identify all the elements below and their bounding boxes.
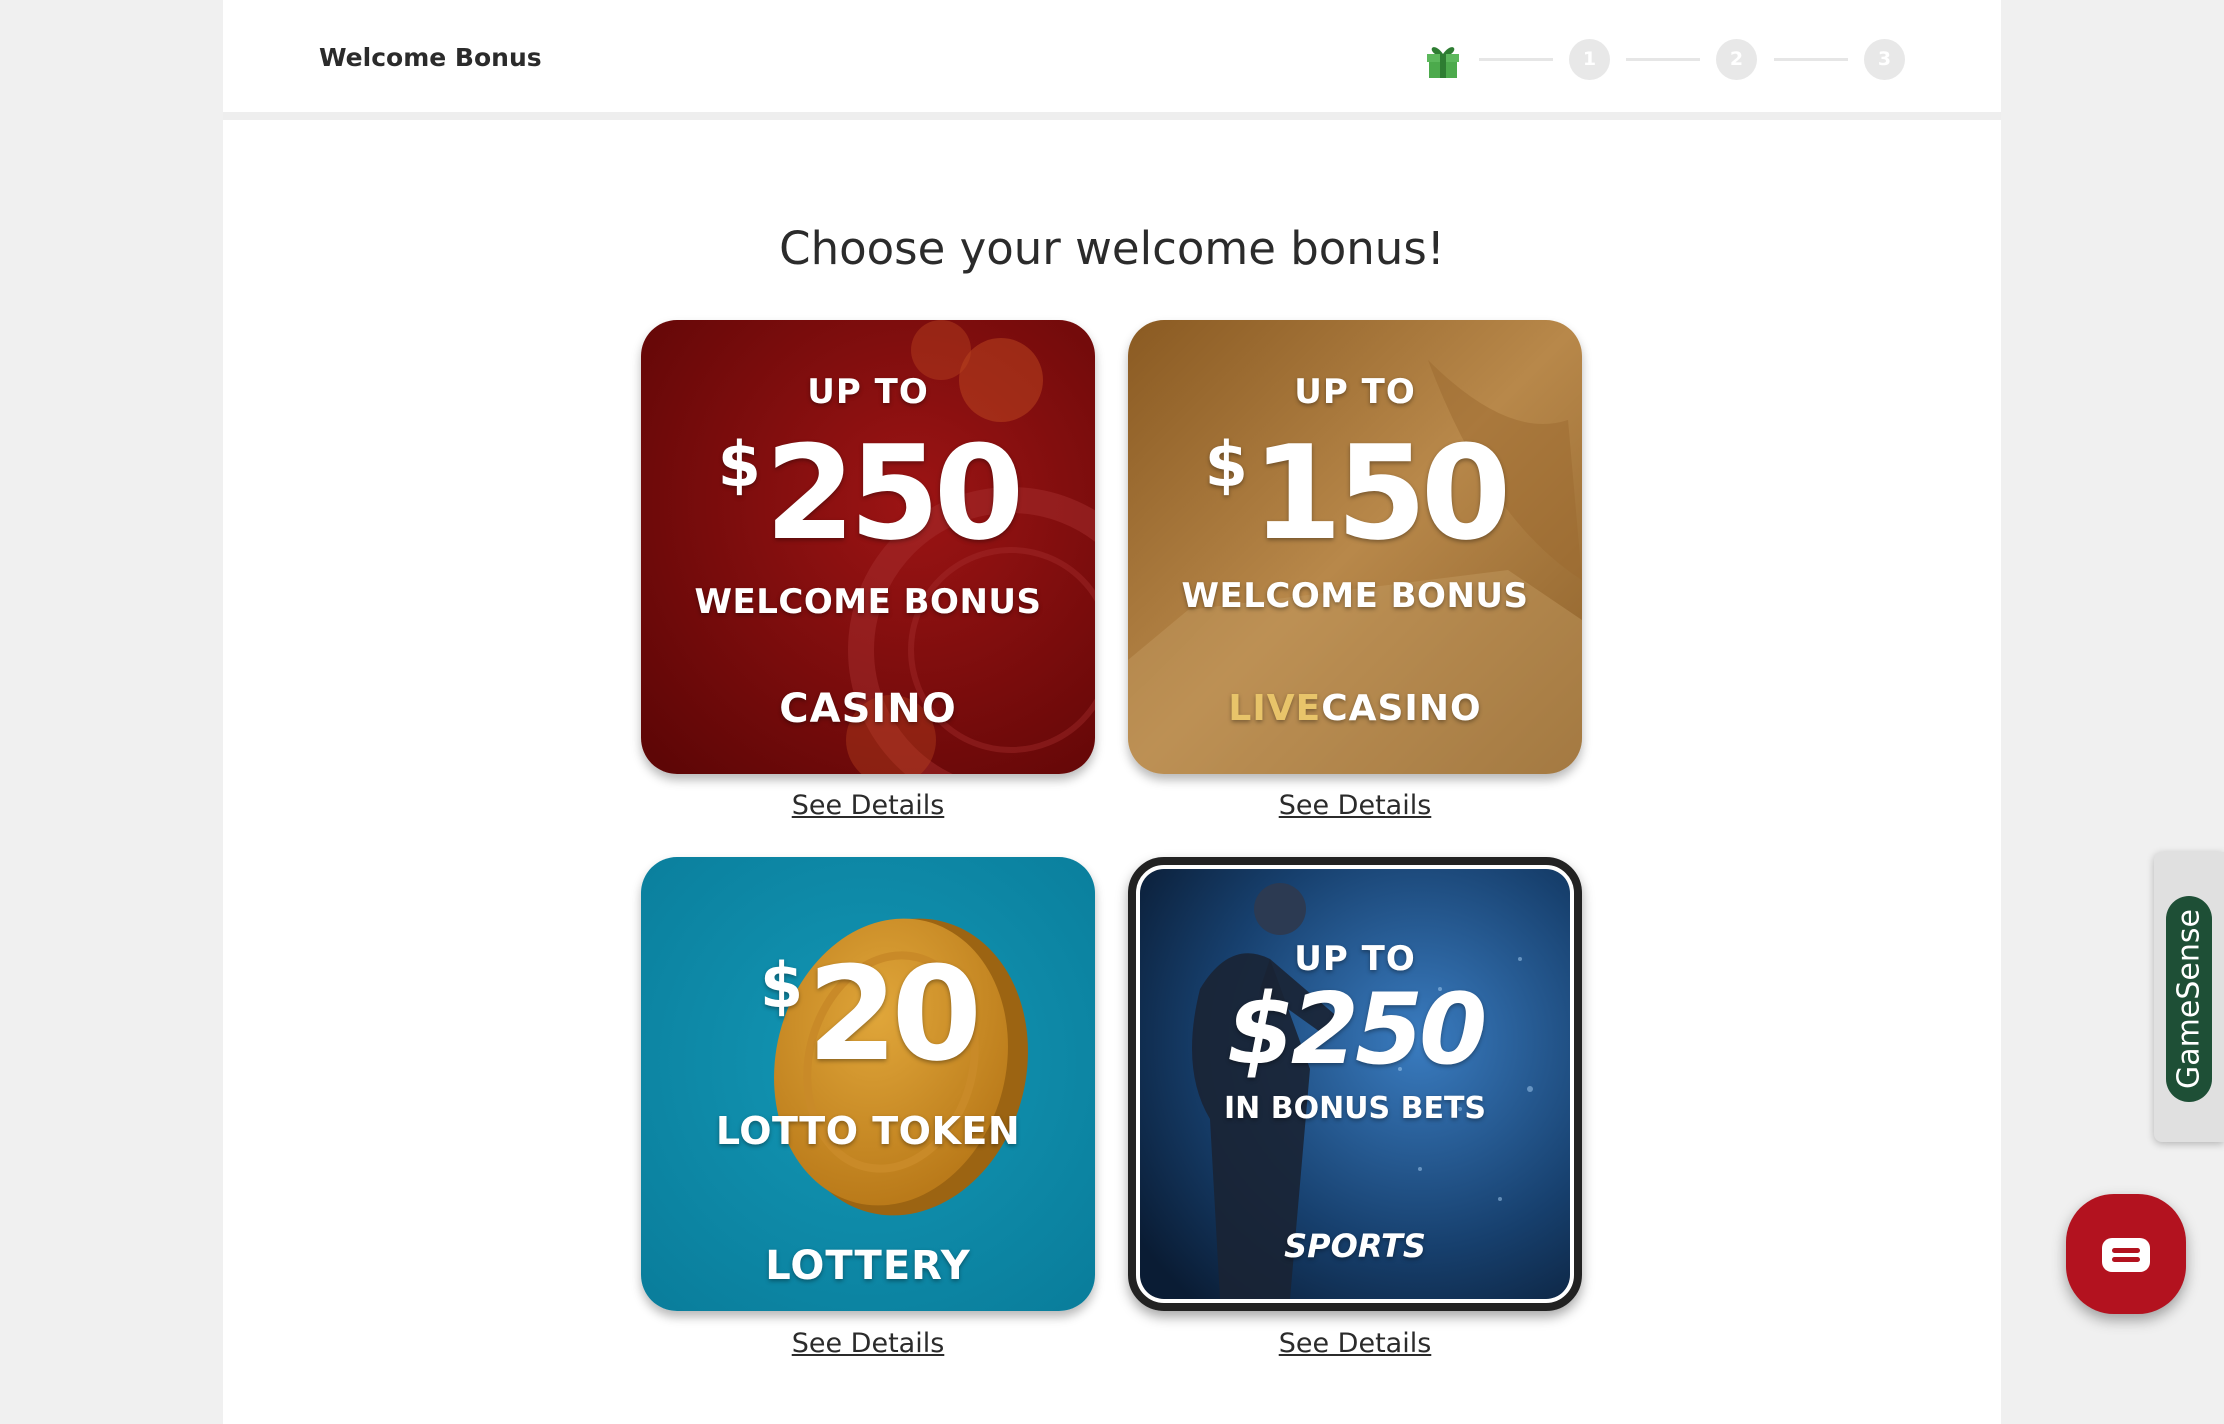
sports-subtitle: IN BONUS BETS <box>1223 1091 1487 1126</box>
progress-stepper: 1 2 3 <box>223 0 2001 118</box>
casino-amount-value: 250 <box>764 417 1024 569</box>
gift-icon <box>1421 38 1465 82</box>
step-2: 2 <box>1716 39 1757 80</box>
lottery-amount: $20 <box>641 949 1095 1079</box>
live-casino-up-to: UP TO <box>1294 372 1416 412</box>
chat-icon <box>2102 1238 2150 1272</box>
live-casino-amount-value: 150 <box>1251 417 1511 569</box>
live-casino-subtitle: WELCOME BONUS <box>1181 576 1529 616</box>
sports-card-inner: UP TO $250 IN BONUS BETS SPORTS <box>1140 869 1570 1299</box>
live-casino-dollar: $ <box>1204 428 1248 501</box>
sports-see-details-link[interactable]: See Details <box>1128 1328 1582 1359</box>
casino-bonus-card[interactable]: UP TO $250 WELCOME BONUS CASINO <box>641 320 1095 774</box>
gamesense-tab[interactable]: GameSense <box>2154 852 2224 1142</box>
casino-dollar: $ <box>717 428 761 501</box>
live-casino-product: LIVECASINO <box>1128 688 1582 729</box>
live-casino-product-name: CASINO <box>1321 688 1482 729</box>
casino-amount: $250 <box>641 428 1095 558</box>
step-3: 3 <box>1864 39 1905 80</box>
gamesense-label: GameSense <box>2171 909 2207 1089</box>
sports-bonus-card[interactable]: UP TO $250 IN BONUS BETS SPORTS <box>1128 857 1582 1311</box>
casino-product: CASINO <box>779 686 957 732</box>
gamesense-badge: GameSense <box>2166 896 2212 1102</box>
live-casino-amount: $150 <box>1128 428 1582 558</box>
step-connector <box>1774 58 1848 61</box>
live-casino-prefix: LIVE <box>1228 688 1322 729</box>
lottery-product: LOTTERY <box>765 1243 971 1289</box>
casino-up-to: UP TO <box>807 372 929 412</box>
live-casino-bonus-card[interactable]: UP TO $150 WELCOME BONUS LIVECASINO <box>1128 320 1582 774</box>
step-connector <box>1626 58 1700 61</box>
bonus-heading: Choose your welcome bonus! <box>779 222 1445 275</box>
page-header: Welcome Bonus 1 2 3 <box>223 0 2001 120</box>
lottery-dollar: $ <box>759 949 804 1022</box>
lottery-subtitle: LOTTO TOKEN <box>715 1109 1021 1153</box>
casino-see-details-link[interactable]: See Details <box>641 790 1095 821</box>
sports-amount: $250 <box>1226 973 1488 1087</box>
casino-subtitle: WELCOME BONUS <box>694 582 1042 622</box>
chat-button[interactable] <box>2066 1194 2186 1314</box>
sports-product: SPORTS <box>1284 1227 1426 1265</box>
step-connector <box>1479 58 1553 61</box>
lottery-see-details-link[interactable]: See Details <box>641 1328 1095 1359</box>
lottery-amount-value: 20 <box>807 938 982 1090</box>
welcome-bonus-panel: Welcome Bonus 1 2 3 Choose your welcome … <box>223 0 2001 1424</box>
lottery-bonus-card[interactable]: $20 LOTTO TOKEN LOTTERY <box>641 857 1095 1311</box>
step-1: 1 <box>1569 39 1610 80</box>
live-casino-see-details-link[interactable]: See Details <box>1128 790 1582 821</box>
